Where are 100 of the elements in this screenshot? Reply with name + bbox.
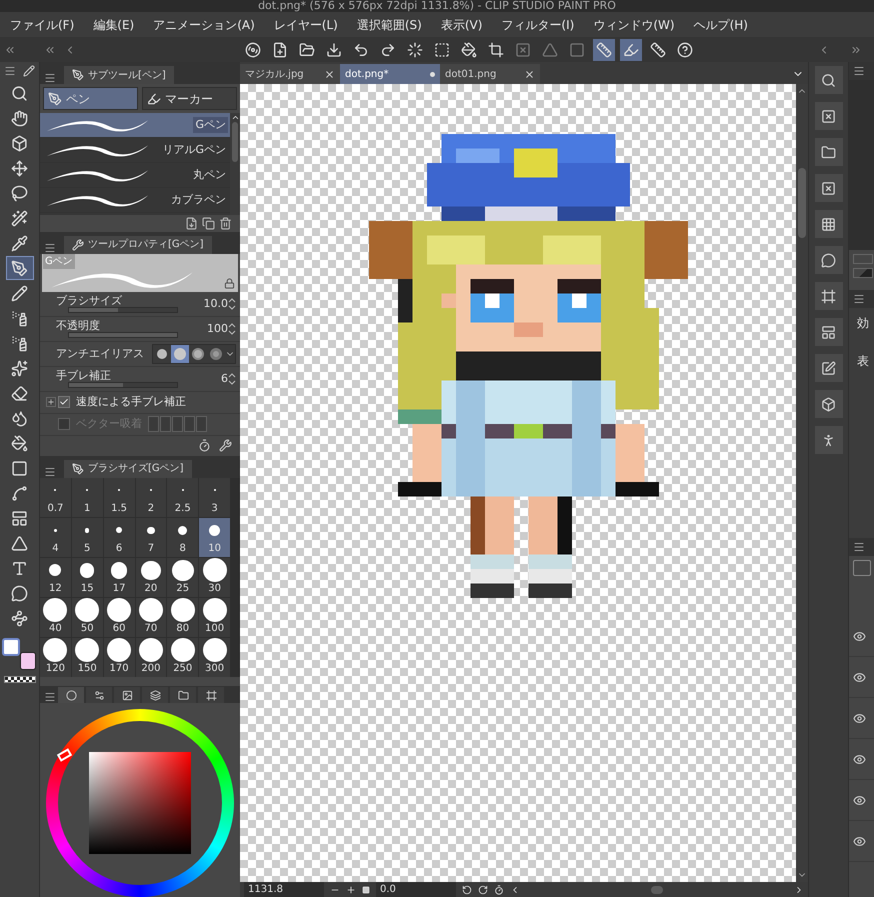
menu-icon[interactable] <box>4 65 16 77</box>
menu-icon[interactable] <box>44 242 56 254</box>
brush-size-cell[interactable]: 17 <box>104 558 134 597</box>
brush-size-cell[interactable]: 3 <box>199 478 230 517</box>
reset-icon[interactable] <box>198 439 211 452</box>
panel-toggle-button[interactable] <box>814 210 842 238</box>
brush-size-cell[interactable]: 8 <box>167 518 198 557</box>
document-tab[interactable]: dot01.png <box>440 64 540 84</box>
brush-size-cell[interactable]: 12 <box>40 558 71 597</box>
scroll-thumb[interactable] <box>651 886 663 894</box>
brush-size-cell[interactable]: 70 <box>136 598 166 637</box>
brush-size-cell[interactable]: 7 <box>136 518 166 557</box>
panel-toggle-button[interactable] <box>814 282 842 310</box>
brush-size-cell[interactable]: 2 <box>136 478 166 517</box>
menu-item[interactable]: 編集(E) <box>93 16 134 34</box>
brush-size-cell[interactable]: 30 <box>199 558 230 597</box>
panel-toggle-button[interactable] <box>814 426 842 454</box>
color-panel-tab[interactable] <box>142 687 168 704</box>
brush-size-cell[interactable]: 2.5 <box>167 478 198 517</box>
brush-size-cell[interactable]: 170 <box>104 638 134 677</box>
panel-toggle-button[interactable] <box>814 138 842 166</box>
brush-size-cell[interactable]: 4 <box>40 518 71 557</box>
brush-size-cell[interactable]: 20 <box>136 558 166 597</box>
menu-icon[interactable] <box>44 466 56 478</box>
panel-tab[interactable]: ツールプロパティ[Gペン] <box>64 236 212 254</box>
main-color-swatch[interactable] <box>2 638 20 656</box>
panel-toggle-button[interactable] <box>814 354 842 382</box>
brush-size-cell[interactable]: 50 <box>72 598 103 637</box>
color-panel-tab[interactable] <box>170 687 196 704</box>
slider-track[interactable] <box>68 382 178 388</box>
panel-toggle-button[interactable] <box>814 174 842 202</box>
zoom-value[interactable]: 1131.8 <box>244 882 324 897</box>
panel-toggle-button[interactable] <box>814 390 842 418</box>
antialias-selector[interactable] <box>152 344 236 364</box>
menu-icon[interactable] <box>853 65 865 77</box>
color-panel-tab[interactable] <box>86 687 112 704</box>
brush-list-item[interactable]: カブラペン <box>40 188 230 213</box>
close-icon[interactable] <box>524 68 535 80</box>
menu-item[interactable]: 表示(V) <box>440 16 482 34</box>
brush-size-cell[interactable]: 60 <box>104 598 134 637</box>
expand-icon[interactable] <box>46 397 56 408</box>
panel-tab[interactable]: サブツール[ペン] <box>64 66 174 84</box>
brush-size-cell[interactable]: 1 <box>72 478 103 517</box>
spinner-icon[interactable] <box>228 298 236 310</box>
brush-size-cell[interactable]: 250 <box>167 638 198 677</box>
toolbar-button[interactable] <box>593 38 615 60</box>
brush-size-cell[interactable]: 15 <box>72 558 103 597</box>
antialias-option[interactable] <box>171 344 189 363</box>
brush-size-cell[interactable]: 40 <box>40 598 71 637</box>
import-icon[interactable] <box>185 217 198 230</box>
zoom-in-icon[interactable] <box>346 884 356 894</box>
document-tab[interactable]: dot.png* <box>340 64 440 84</box>
menu-item[interactable]: 選択範囲(S) <box>356 16 422 34</box>
reset-rotation-icon[interactable] <box>494 884 504 894</box>
canvas[interactable] <box>240 84 796 882</box>
toolbar-button[interactable] <box>620 38 642 60</box>
checkbox[interactable] <box>58 396 70 408</box>
tool-button[interactable] <box>6 256 34 280</box>
sub-color-swatch[interactable] <box>20 652 36 670</box>
saturation-value-square[interactable] <box>89 752 191 854</box>
panel-toggle-button[interactable] <box>814 318 842 346</box>
visibility-eye-icon[interactable] <box>853 712 866 724</box>
brush-size-cell[interactable]: 10 <box>199 518 230 557</box>
visibility-eye-icon[interactable] <box>853 630 866 642</box>
document-tab[interactable]: マジカル.jpg <box>240 64 340 84</box>
visibility-eye-icon[interactable] <box>853 834 866 848</box>
rotate-left-icon[interactable] <box>462 884 472 894</box>
hue-marker[interactable] <box>56 748 72 762</box>
color-panel-tab[interactable] <box>198 687 224 704</box>
panel-toggle-button[interactable] <box>814 102 842 130</box>
duplicate-icon[interactable] <box>202 217 215 230</box>
delete-icon[interactable] <box>219 217 232 230</box>
layer-button[interactable] <box>853 560 871 576</box>
brush-list-item[interactable]: Gペン <box>40 113 230 138</box>
brush-list-item[interactable]: 丸ペン <box>40 163 230 188</box>
brush-size-cell[interactable]: 80 <box>167 598 198 637</box>
brush-size-cell[interactable]: 120 <box>40 638 71 677</box>
color-panel-tab[interactable] <box>58 687 84 704</box>
spinner-icon[interactable] <box>228 322 236 335</box>
brush-size-cell[interactable]: 150 <box>72 638 103 677</box>
menu-item[interactable]: ウィンドウ(W) <box>593 16 675 34</box>
fit-icon[interactable] <box>362 886 370 894</box>
menu-item[interactable]: アニメーション(A) <box>153 16 255 34</box>
settings-icon[interactable] <box>219 439 232 452</box>
scroll-thumb[interactable] <box>232 122 238 162</box>
close-icon[interactable] <box>324 68 335 80</box>
menu-icon[interactable] <box>853 541 865 553</box>
brush-size-cell[interactable]: 6 <box>104 518 134 557</box>
panel-toggle-button[interactable] <box>814 246 842 274</box>
menu-item[interactable]: ヘルプ(H) <box>694 16 748 34</box>
slider-track[interactable] <box>68 307 178 314</box>
spinner-icon[interactable] <box>228 372 236 385</box>
brush-size-cell[interactable]: 25 <box>167 558 198 597</box>
lock-icon[interactable] <box>224 278 235 289</box>
brush-size-cell[interactable]: 5 <box>72 518 103 557</box>
scroll-up-icon[interactable] <box>230 113 240 122</box>
visibility-eye-icon[interactable] <box>853 670 866 684</box>
brush-list-item[interactable]: リアルGペン <box>40 138 230 163</box>
menu-item[interactable]: レイヤー(L) <box>274 16 338 34</box>
visibility-eye-icon[interactable] <box>853 794 866 806</box>
